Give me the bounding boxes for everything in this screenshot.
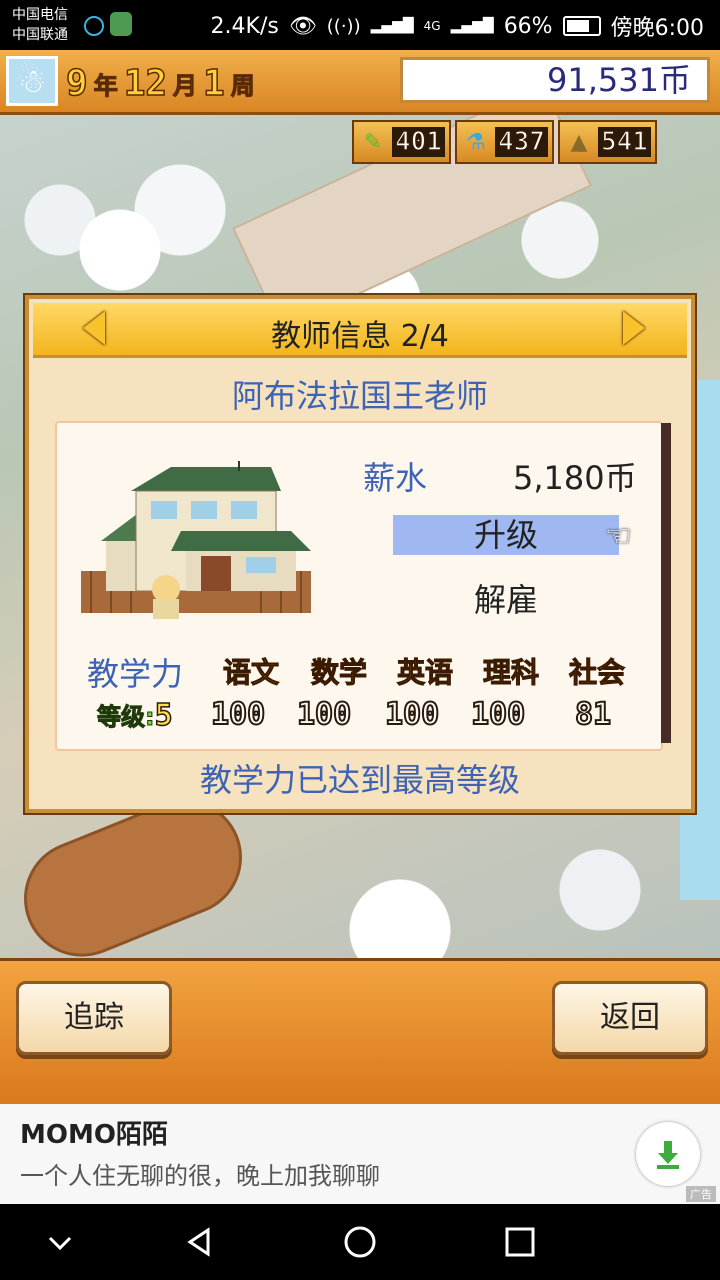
score-science: 100 [470, 696, 526, 733]
teacher-house-illustration [81, 461, 311, 619]
teacher-name: 阿布法拉国王老师 [231, 377, 488, 415]
dialog-title: 教师信息 2/4 [271, 319, 449, 354]
year-unit: 年 [93, 72, 118, 101]
money-display: 91,531币 [400, 57, 710, 103]
back-triangle-icon[interactable] [182, 1224, 218, 1260]
resource-value: 437 [494, 126, 548, 158]
salary-label: 薪水 [363, 459, 428, 497]
resource-bar: ✎ 401 ⚗ 437 ▲ 541 [352, 120, 657, 164]
dialog-header: 教师信息 2/4 [33, 303, 687, 358]
battery-icon [562, 16, 601, 36]
flask-icon: ⚗ [466, 129, 486, 155]
teacher-detail-panel: 薪水 5,180币 升级 ☜ 解雇 教学力 语文 数学 英语 理科 社会 等级:… [55, 421, 663, 751]
teacher-level: 等级:5 [97, 697, 174, 734]
level-label: 等级: [97, 703, 156, 732]
scrollbar[interactable] [661, 423, 671, 743]
next-arrow-icon[interactable] [623, 311, 645, 345]
week-value: 1 [202, 62, 225, 105]
subject-math: 数学 [310, 656, 368, 690]
home-circle-icon[interactable] [342, 1224, 378, 1260]
score-social: 81 [574, 696, 612, 733]
battery-percent: 66% [503, 13, 553, 39]
game-date: 9 年 12 月 1 周 [65, 58, 255, 106]
score-chinese: 100 [210, 696, 266, 733]
ad-banner[interactable]: MOMO陌陌 一个人住无聊的很，晚上加我聊聊 广告 [0, 1104, 720, 1204]
status-bar: 中国电信 中国联通 2.4K/s 👁 ((·)) ▂▄▆█ 4G ▂▄▆█ 66… [0, 0, 720, 50]
eye-icon: 👁 [288, 13, 317, 39]
ad-title: MOMO陌陌 [20, 1120, 168, 1150]
carrier-info: 中国电信 中国联通 [12, 5, 68, 45]
month-unit: 月 [173, 72, 198, 101]
app-notification-icon [110, 12, 132, 36]
carrier-2: 中国联通 [12, 27, 68, 43]
carrier-1: 中国电信 [12, 7, 68, 23]
bottom-bar: 追踪 返回 [0, 958, 720, 1107]
max-level-message: 教学力已达到最高等级 [199, 761, 520, 799]
ad-tag: 广告 [686, 1186, 716, 1202]
snowman-icon[interactable]: ☃ [6, 56, 58, 106]
recent-apps-icon[interactable] [502, 1224, 538, 1260]
teacher-info-dialog: 教师信息 2/4 阿布法拉国王老师 薪水 5,180币 升级 ☜ 解雇 教学力 … [25, 295, 695, 813]
resource-flask: ⚗ 437 [454, 120, 554, 164]
subject-english: 英语 [396, 656, 454, 690]
pointing-hand-icon: ☜ [605, 519, 632, 554]
subject-chinese: 语文 [222, 656, 280, 690]
subject-science: 理科 [482, 656, 540, 690]
navigation-bar [0, 1204, 720, 1280]
track-button[interactable]: 追踪 [16, 981, 172, 1055]
download-icon[interactable] [636, 1122, 700, 1186]
chevron-down-icon[interactable] [42, 1224, 78, 1260]
top-bar: ☃ 9 年 12 月 1 周 91,531币 [0, 50, 720, 115]
signal-icon-2: ▂▄▆█ [450, 18, 494, 34]
salary-value: 5,180币 [513, 459, 637, 497]
pyramid-icon: ▲ [570, 129, 588, 155]
year-value: 9 [65, 62, 88, 105]
ad-text: 一个人住无聊的很，晚上加我聊聊 [20, 1162, 380, 1190]
subject-social: 社会 [568, 656, 626, 690]
network-speed: 2.4K/s [210, 13, 279, 39]
score-math: 100 [296, 696, 352, 733]
score-english: 100 [384, 696, 440, 733]
resource-pyramid: ▲ 541 [557, 120, 657, 164]
week-unit: 周 [230, 72, 255, 101]
fire-button[interactable]: 解雇 [393, 575, 619, 621]
network-type: 4G [423, 19, 441, 33]
resource-value: 401 [392, 126, 445, 158]
status-right: 2.4K/s 👁 ((·)) ▂▄▆█ 4G ▂▄▆█ 66% 傍晚6:00 [211, 10, 704, 42]
pencil-icon: ✎ [363, 129, 383, 155]
resource-pencil: ✎ 401 [352, 120, 451, 164]
wifi-icon: ((·)) [326, 15, 361, 37]
back-button[interactable]: 返回 [552, 981, 708, 1055]
level-value: 5 [154, 697, 174, 734]
month-value: 12 [123, 62, 168, 105]
signal-icon: ▂▄▆█ [370, 18, 414, 34]
upgrade-button[interactable]: 升级 [393, 515, 619, 555]
headset-icon [84, 16, 104, 36]
teaching-power-label: 教学力 [87, 655, 184, 693]
resource-value: 541 [597, 126, 651, 158]
clock: 傍晚6:00 [610, 16, 704, 41]
